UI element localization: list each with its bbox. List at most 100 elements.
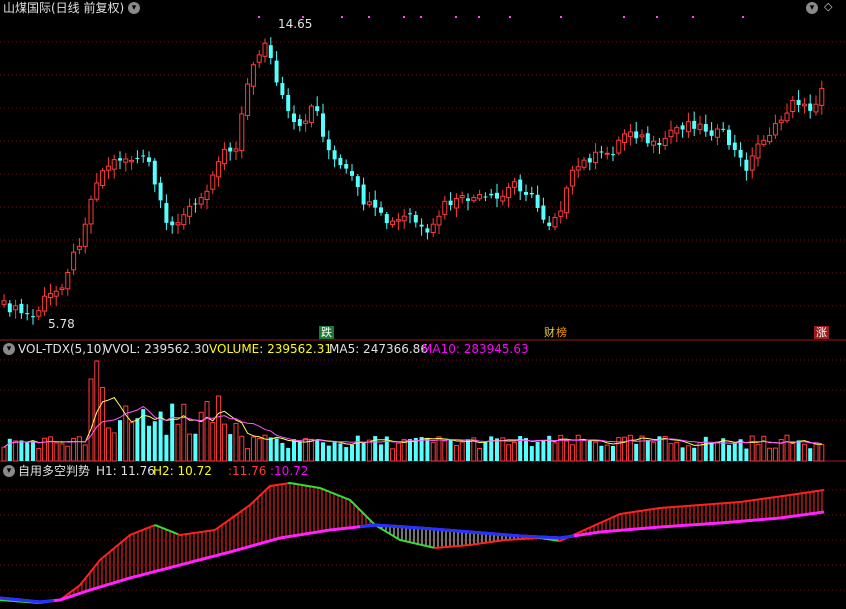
volume-bar[interactable] (651, 441, 657, 462)
candle-body[interactable] (379, 207, 383, 213)
volume-bar[interactable] (187, 433, 193, 462)
candle-body[interactable] (477, 194, 483, 200)
volume-bar[interactable] (326, 445, 331, 461)
candle-body[interactable] (210, 174, 216, 190)
candle-body[interactable] (413, 215, 418, 223)
volume-bar[interactable] (181, 403, 187, 462)
candle-body[interactable] (564, 187, 570, 214)
candle-body[interactable] (581, 159, 587, 168)
candle-body[interactable] (778, 119, 784, 124)
volume-bar[interactable] (164, 434, 169, 461)
candle-body[interactable] (361, 184, 366, 205)
volume-bar[interactable] (599, 445, 604, 461)
volume-bar[interactable] (100, 387, 106, 462)
candle-body[interactable] (709, 130, 714, 136)
volume-bar[interactable] (292, 439, 296, 461)
volume-bar[interactable] (118, 420, 122, 461)
candle-body[interactable] (25, 313, 30, 315)
circle-down-icon[interactable]: ▾ (806, 2, 818, 14)
volume-bar[interactable] (767, 447, 773, 462)
candle-body[interactable] (129, 159, 135, 163)
volume-bar[interactable] (790, 443, 796, 462)
volume-bar[interactable] (761, 435, 767, 462)
volume-bar[interactable] (390, 448, 396, 462)
candle-body[interactable] (436, 215, 442, 226)
candle-body[interactable] (147, 157, 151, 162)
volume-bar[interactable] (338, 443, 343, 461)
volume-bar[interactable] (250, 436, 256, 462)
candle-body[interactable] (674, 127, 680, 134)
candle-body[interactable] (692, 120, 697, 129)
volume-bar[interactable] (732, 443, 737, 461)
volume-bar[interactable] (175, 423, 181, 462)
indicator-panel-icon[interactable]: ▾ (3, 465, 15, 477)
candle-body[interactable] (1, 300, 7, 305)
candle-body[interactable] (495, 192, 499, 199)
volume-bar[interactable] (274, 438, 279, 461)
candle-body[interactable] (105, 165, 111, 171)
candle-body[interactable] (350, 171, 354, 176)
volume-bar[interactable] (7, 438, 12, 461)
candle-body[interactable] (7, 303, 12, 313)
candle-body[interactable] (483, 196, 488, 198)
volume-bar[interactable] (483, 442, 488, 461)
volume-bar[interactable] (315, 439, 320, 461)
volume-bar[interactable] (495, 438, 499, 461)
candle-body[interactable] (616, 139, 622, 154)
volume-bar[interactable] (541, 440, 546, 461)
volume-bar[interactable] (216, 395, 222, 462)
candle-body[interactable] (42, 295, 48, 312)
volume-bar[interactable] (547, 435, 552, 461)
candle-body[interactable] (703, 124, 708, 132)
volume-bar[interactable] (430, 441, 436, 462)
volume-bar[interactable] (662, 436, 668, 462)
candle-body[interactable] (790, 99, 796, 112)
candle-body[interactable] (541, 205, 546, 220)
volume-panel-icon[interactable]: ▾ (3, 343, 15, 355)
diamond-icon[interactable]: ◇ (824, 0, 832, 14)
volume-bar[interactable] (535, 442, 540, 461)
candle-body[interactable] (727, 129, 731, 146)
volume-bar[interactable] (308, 438, 314, 462)
candle-body[interactable] (511, 181, 517, 188)
candle-body[interactable] (181, 214, 187, 226)
volume-bar[interactable] (286, 447, 291, 461)
volume-bar[interactable] (575, 434, 581, 462)
volume-bar[interactable] (395, 442, 401, 462)
candle-body[interactable] (569, 169, 575, 187)
candle-body[interactable] (408, 213, 412, 215)
candle-body[interactable] (344, 164, 349, 169)
volume-bar[interactable] (524, 438, 528, 461)
candle-body[interactable] (634, 131, 639, 139)
candle-body[interactable] (221, 148, 227, 165)
candle-body[interactable] (604, 152, 610, 155)
volume-bar[interactable] (355, 435, 360, 461)
volume-bar[interactable] (65, 445, 71, 462)
volume-bar[interactable] (466, 439, 470, 461)
candle-body[interactable] (639, 134, 645, 138)
candle-body[interactable] (448, 200, 453, 206)
volume-bar[interactable] (408, 439, 412, 461)
volume-bar[interactable] (245, 448, 251, 462)
volume-bar[interactable] (379, 444, 383, 461)
candle-body[interactable] (680, 125, 685, 130)
badge-rise[interactable]: 涨 (814, 326, 829, 339)
volume-bar[interactable] (221, 423, 227, 462)
volume-bar[interactable] (280, 442, 285, 461)
candle-body[interactable] (332, 150, 337, 160)
volume-bar[interactable] (256, 437, 262, 462)
candle-body[interactable] (500, 195, 506, 202)
candle-body[interactable] (744, 159, 749, 171)
volume-bar[interactable] (36, 448, 42, 462)
candle-body[interactable] (355, 176, 360, 188)
candle-body[interactable] (430, 223, 436, 234)
candle-body[interactable] (36, 310, 42, 317)
volume-bar[interactable] (477, 448, 483, 462)
volume-bar[interactable] (819, 444, 825, 462)
volume-bar[interactable] (685, 445, 691, 462)
candle-body[interactable] (524, 191, 528, 195)
volume-bar[interactable] (645, 440, 650, 461)
candlesticks[interactable] (1, 37, 825, 325)
volume-bar[interactable] (204, 401, 210, 462)
volume-bar[interactable] (19, 440, 24, 461)
